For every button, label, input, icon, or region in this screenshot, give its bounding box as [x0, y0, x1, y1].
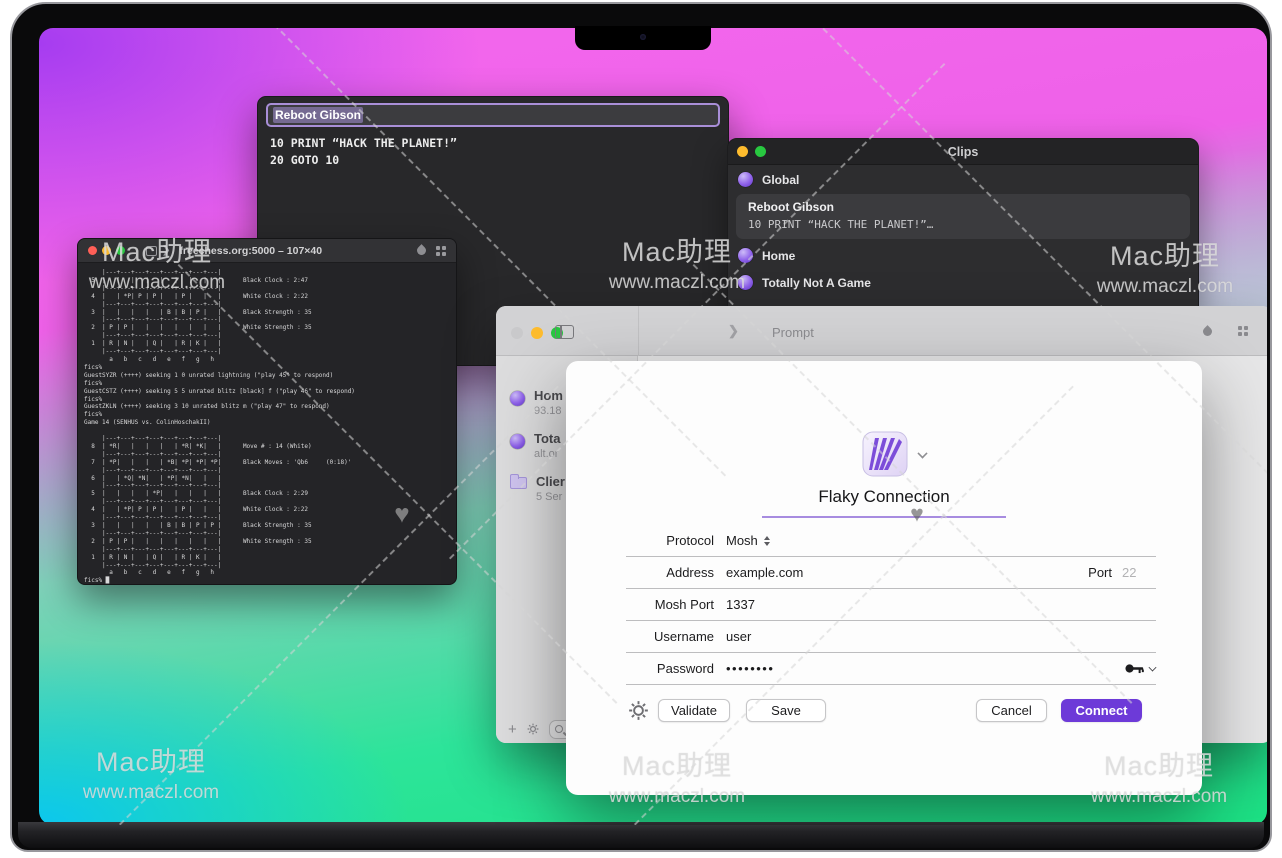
- prompt-window-title: Prompt: [772, 325, 814, 340]
- clip-name-selected-text: Reboot Gibson: [273, 107, 363, 123]
- protocol-label: Protocol: [626, 533, 726, 548]
- address-label: Address: [626, 565, 726, 580]
- sidebar-item-subtitle: 93.18: [534, 405, 563, 417]
- globe-icon: [510, 434, 525, 449]
- save-button[interactable]: Save: [746, 699, 826, 722]
- minimize-button[interactable]: [737, 146, 748, 157]
- clip-name-field[interactable]: Reboot Gibson: [266, 103, 720, 127]
- sidebar-toggle-icon[interactable]: [555, 325, 574, 339]
- cancel-button[interactable]: Cancel: [976, 699, 1047, 722]
- sidebar-item-label: Tota: [534, 431, 560, 446]
- laptop-chin: [18, 822, 1264, 848]
- connection-form: Protocol Mosh Address example.com Port 2…: [626, 525, 1156, 685]
- new-window-icon[interactable]: [146, 246, 157, 256]
- clip-snippet: 10 PRINT “HACK THE PLANET!”…: [748, 218, 1178, 231]
- close-button[interactable]: [88, 246, 97, 255]
- chevron-down-icon: [1149, 663, 1157, 671]
- sidebar-item-subtitle: alt.or: [534, 448, 560, 460]
- password-field[interactable]: ••••••••: [726, 661, 774, 676]
- connection-dialog: Flaky Connection Protocol Mosh Address e…: [566, 361, 1202, 795]
- password-row: Password ••••••••: [626, 653, 1156, 685]
- dialog-buttons: Validate Save Cancel Connect: [566, 699, 1202, 725]
- mosh-port-row: Mosh Port 1337: [626, 589, 1156, 621]
- clips-group-label: Home: [762, 249, 795, 263]
- globe-icon: [738, 172, 753, 187]
- droplet-icon[interactable]: [1201, 325, 1214, 338]
- chevron-down-icon[interactable]: [917, 448, 927, 458]
- clips-window: Clips Global Reboot Gibson 10 PRINT “HAC…: [727, 138, 1199, 308]
- username-row: Username user: [626, 621, 1156, 653]
- prompt-app-icon[interactable]: [862, 431, 908, 477]
- title-underline: [762, 516, 1006, 518]
- add-icon[interactable]: +: [508, 722, 517, 737]
- protocol-popup[interactable]: Mosh: [726, 533, 1156, 548]
- terminal-window: ❯ freechess.org:5000 – 107×40 |---+---+-…: [77, 238, 457, 585]
- clips-group-label: Totally Not A Game: [762, 276, 871, 290]
- key-icon: [1125, 663, 1145, 674]
- sidebar-item-home[interactable]: Hom 93.18: [510, 388, 563, 417]
- mosh-port-field[interactable]: 1337: [726, 597, 1156, 612]
- grid-icon[interactable]: [1238, 326, 1248, 336]
- titlebar-divider: [638, 306, 639, 356]
- terminal-screen[interactable]: |---+---+---+---+---+---+---+---| 5 | | …: [84, 269, 355, 585]
- clips-group-totally-not-a-game[interactable]: Totally Not A Game: [728, 268, 1198, 295]
- address-field[interactable]: example.com: [726, 565, 803, 580]
- droplet-icon[interactable]: [415, 244, 428, 257]
- protocol-row: Protocol Mosh: [626, 525, 1156, 557]
- search-icon: [555, 725, 563, 733]
- settings-gear-icon[interactable]: [628, 700, 649, 721]
- password-label: Password: [626, 661, 726, 676]
- clip-code-editor[interactable]: 10 PRINT “HACK THE PLANET!” 20 GOTO 10: [270, 135, 457, 169]
- username-field[interactable]: user: [726, 629, 1156, 644]
- mosh-port-label: Mosh Port: [626, 597, 726, 612]
- sidebar-item-label: Clier: [536, 474, 565, 489]
- username-label: Username: [626, 629, 726, 644]
- desktop-wallpaper: Reboot Gibson 10 PRINT “HACK THE PLANET!…: [39, 28, 1267, 825]
- sidebar-item-totally[interactable]: Tota alt.or: [510, 431, 560, 460]
- protocol-value: Mosh: [726, 533, 758, 548]
- zoom-button[interactable]: [116, 246, 125, 255]
- display-notch: [575, 26, 711, 50]
- clips-group-home[interactable]: Home: [728, 241, 1198, 268]
- laptop-frame: Reboot Gibson 10 PRINT “HACK THE PLANET!…: [10, 2, 1272, 852]
- clip-item-selected[interactable]: Reboot Gibson 10 PRINT “HACK THE PLANET!…: [736, 194, 1190, 239]
- address-row: Address example.com Port 22: [626, 557, 1156, 589]
- terminal-title: freechess.org:5000 – 107×40: [179, 245, 322, 257]
- folder-icon: [510, 477, 527, 489]
- globe-icon: [738, 275, 753, 290]
- terminal-titlebar: ❯ freechess.org:5000 – 107×40: [78, 239, 456, 263]
- grid-icon[interactable]: [436, 246, 446, 256]
- close-button[interactable]: [511, 327, 523, 339]
- validate-button[interactable]: Validate: [658, 699, 730, 722]
- sidebar-item-label: Hom: [534, 388, 563, 403]
- gear-icon[interactable]: [527, 722, 539, 736]
- minimize-button[interactable]: [102, 246, 111, 255]
- globe-icon: [738, 248, 753, 263]
- connection-title[interactable]: Flaky Connection: [566, 487, 1202, 507]
- port-field[interactable]: 22: [1122, 565, 1156, 580]
- sidebar-item-subtitle: 5 Ser: [536, 491, 565, 503]
- shell-caret-icon: ❯: [162, 245, 170, 256]
- watermark: Mac助理www.maczl.com: [61, 740, 241, 804]
- stepper-icon: [764, 536, 770, 546]
- clip-name: Reboot Gibson: [748, 200, 1178, 214]
- port-label: Port: [1088, 565, 1112, 580]
- clips-titlebar: Clips: [728, 139, 1198, 165]
- clips-group-global[interactable]: Global: [728, 165, 1198, 192]
- shell-caret-icon: ❯: [728, 323, 739, 339]
- password-options-button[interactable]: [1125, 663, 1156, 674]
- sidebar-item-clients[interactable]: Clier 5 Ser: [510, 474, 565, 503]
- clips-window-title: Clips: [766, 145, 1160, 159]
- camera-dot: [640, 34, 646, 40]
- connect-button[interactable]: Connect: [1061, 699, 1142, 722]
- prompt-titlebar: ❯ Prompt: [496, 306, 1267, 356]
- globe-icon: [510, 391, 525, 406]
- clips-group-label: Global: [762, 173, 799, 187]
- minimize-button[interactable]: [531, 327, 543, 339]
- zoom-button[interactable]: [755, 146, 766, 157]
